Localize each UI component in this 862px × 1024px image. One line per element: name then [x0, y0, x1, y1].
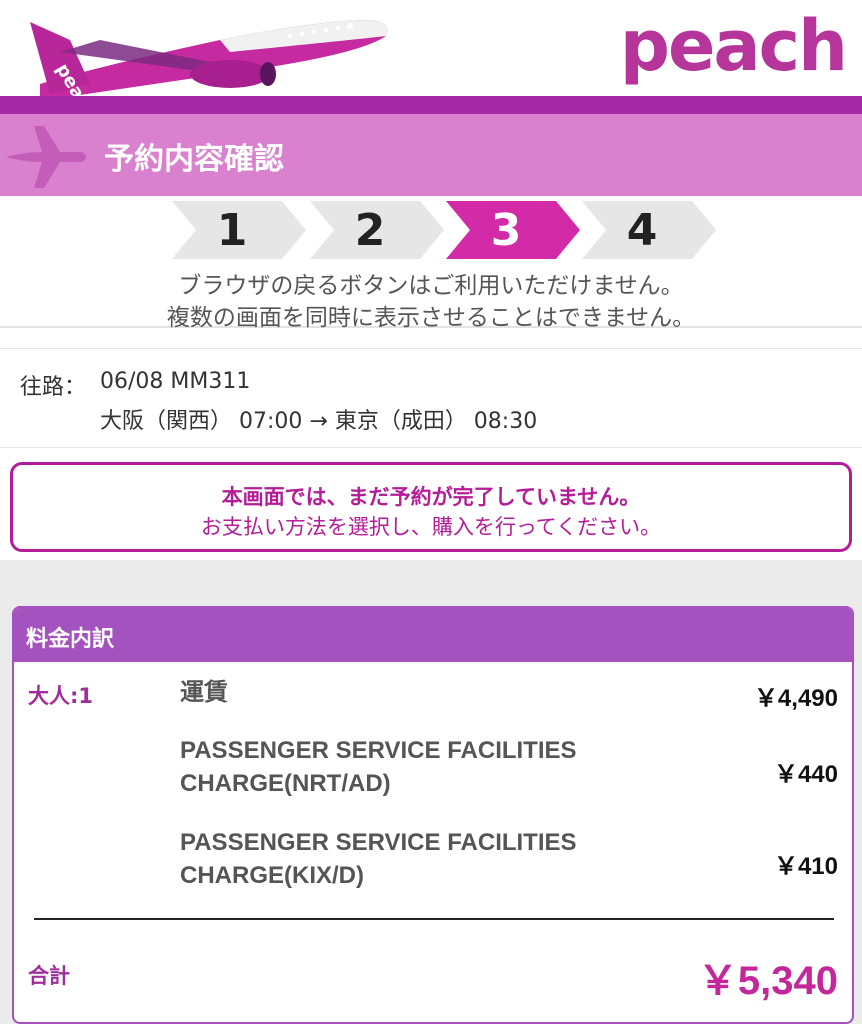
step-4-label: 4 [626, 204, 658, 256]
fare-breakdown-card: 料金内訳 大人:1 運賃 ￥4,490 PASSENGER SERVICE FA… [12, 606, 854, 1024]
step-2-label: 2 [354, 204, 386, 256]
fee-item-name: PASSENGER SERVICE FACILITIES CHARGE(NRT/… [180, 737, 577, 797]
airplane-illustration: peach [30, 20, 388, 96]
fee-item-amount: ￥4,490 [753, 685, 838, 712]
fee-item-name: 運賃 [180, 679, 228, 706]
multi-window-notice: 複数の画面を同時に表示させることはできません。 [166, 305, 696, 331]
step-1: 1 [172, 201, 306, 259]
warning-instruction: お支払い方法を選択し、購入を行ってください。 [200, 515, 662, 539]
flight-route: 大阪（関西） 07:00 → 東京（成田） 08:30 [100, 409, 538, 434]
fare-breakdown-header: 料金内訳 [14, 608, 852, 662]
header-divider-bar [0, 96, 862, 114]
back-button-notice: ブラウザの戻るボタンはご利用いただけません。 [178, 273, 684, 299]
fee-item-name: PASSENGER SERVICE FACILITIES CHARGE(KIX/… [180, 829, 577, 889]
fee-item-amount: ￥410 [773, 853, 838, 880]
passenger-count: 大人:1 [28, 684, 94, 708]
step-1-label: 1 [216, 204, 248, 256]
step-2: 2 [310, 201, 444, 259]
outbound-label: 往路： [20, 375, 87, 400]
step-4: 4 [582, 201, 716, 259]
app-header: peach peach [0, 0, 862, 96]
page-title: 予約内容確認 [104, 142, 284, 177]
total-label: 合計 [28, 964, 70, 988]
total-amount: ￥5,340 [697, 959, 838, 1003]
fare-breakdown-title: 料金内訳 [26, 627, 115, 652]
booking-incomplete-warning: 本画面では、まだ予約が完了していません。 お支払い方法を選択し、購入を行ってくだ… [10, 462, 852, 552]
flight-date-number: 06/08 MM311 [100, 369, 251, 394]
peach-logo: peach [619, 5, 848, 87]
flight-summary: 往路： 06/08 MM311 大阪（関西） 07:00 → 東京（成田） 08… [0, 348, 862, 448]
total-divider [34, 918, 834, 920]
step-3-label: 3 [490, 204, 522, 256]
warning-title: 本画面では、まだ予約が完了していません。 [221, 485, 641, 509]
airplane-icon [6, 126, 86, 188]
step-3-active: 3 [446, 201, 580, 259]
fee-item-amount: ￥440 [773, 761, 838, 788]
